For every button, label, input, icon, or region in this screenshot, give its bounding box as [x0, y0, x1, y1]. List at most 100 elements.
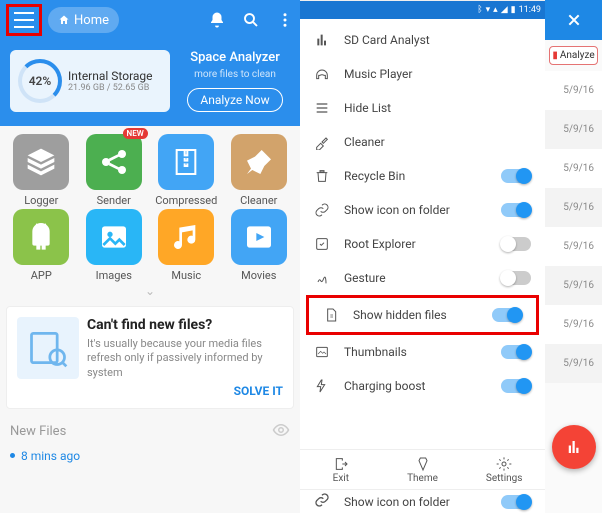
usage-ring: 42%	[18, 59, 62, 103]
bluetooth-icon: ᛒ	[477, 5, 482, 15]
link-icon	[314, 492, 330, 511]
grid-label: Movies	[241, 269, 276, 282]
toggle[interactable]	[501, 169, 531, 183]
settings-row-recycle-bin[interactable]: Recycle Bin	[300, 159, 545, 193]
toggle[interactable]	[501, 237, 531, 251]
grid-item-images[interactable]: Images	[79, 209, 150, 282]
home-breadcrumb[interactable]: Home	[48, 7, 119, 33]
chevron-down-icon[interactable]: ⌄	[0, 282, 300, 300]
analyzer-title: Space Analyzer	[190, 50, 280, 65]
category-grid: Logger NEW Sender Compressed Cleaner APP Image…	[0, 126, 300, 282]
headphone-icon	[314, 66, 330, 82]
promo-title: Can't find new files?	[87, 317, 283, 333]
home-label: Home	[74, 13, 109, 28]
solve-it-button[interactable]: SOLVE IT	[87, 384, 283, 398]
settings-row-peek[interactable]: Show icon on folder	[300, 489, 545, 513]
share-icon: NEW	[86, 134, 142, 190]
storage-title: Internal Storage	[68, 69, 153, 83]
search-icon[interactable]	[242, 11, 260, 29]
top-bar: Home	[0, 0, 300, 40]
analyze-now-button[interactable]: Analyze Now	[187, 88, 282, 112]
toggle[interactable]	[501, 203, 531, 217]
bottom-exit-button[interactable]: Exit	[300, 450, 382, 489]
storage-usage: 21.96 GB / 52.65 GB	[68, 83, 153, 93]
grid-item-app[interactable]: APP	[6, 209, 77, 282]
analyzer-subtitle: more files to clean	[194, 69, 276, 80]
overflow-icon[interactable]	[276, 11, 294, 29]
close-button[interactable]	[545, 0, 602, 40]
grid-label: Compressed	[155, 194, 217, 207]
settings-row-sd-card-analyst[interactable]: SD Card Analyst	[300, 23, 545, 57]
settings-row-music-player[interactable]: Music Player	[300, 57, 545, 91]
list-date[interactable]: 5/9/16	[545, 188, 602, 227]
settings-row-show-hidden-files[interactable]: Show hidden files	[306, 295, 539, 335]
bars-icon: ▮	[552, 50, 558, 61]
promo-card[interactable]: Can't find new files? It's usually becau…	[6, 306, 294, 409]
bottom-theme-button[interactable]: Theme	[382, 450, 464, 489]
image-icon	[86, 209, 142, 265]
music-icon	[158, 209, 214, 265]
list-date[interactable]: 5/9/16	[545, 227, 602, 266]
toggle[interactable]	[501, 271, 531, 285]
internal-storage-card[interactable]: 42% Internal Storage 21.96 GB / 52.65 GB	[10, 50, 170, 112]
hamburger-highlight	[6, 4, 42, 36]
wifi-icon: ◢	[501, 5, 508, 15]
grid-item-music[interactable]: Music	[151, 209, 222, 282]
grid-label: Images	[96, 269, 132, 282]
grid-item-cleaner[interactable]: Cleaner	[224, 134, 295, 207]
analyze-chip[interactable]: ▮ Analyze	[549, 46, 598, 65]
promo-icon	[17, 317, 79, 379]
file-icon	[323, 307, 339, 323]
bottom-settings-button[interactable]: Settings	[463, 450, 545, 489]
eye-icon[interactable]	[272, 421, 290, 443]
notification-icon[interactable]	[208, 11, 226, 29]
trash-icon	[314, 168, 330, 184]
list-date[interactable]: 5/9/16	[545, 71, 602, 110]
toggle[interactable]	[501, 495, 531, 509]
zip-icon	[158, 134, 214, 190]
promo-body: It's usually because your media files re…	[87, 337, 283, 380]
toggle[interactable]	[501, 379, 531, 393]
root-icon	[314, 236, 330, 252]
grid-label: Logger	[24, 194, 58, 207]
bullet-icon	[10, 453, 15, 458]
list-date[interactable]: 5/9/16	[545, 110, 602, 149]
grid-label: APP	[31, 269, 52, 282]
settings-row-hide-list[interactable]: Hide List	[300, 91, 545, 125]
settings-row-cleaner[interactable]: Cleaner	[300, 125, 545, 159]
grid-item-movies[interactable]: Movies	[224, 209, 295, 282]
bars-icon	[314, 32, 330, 48]
toggle[interactable]	[501, 345, 531, 359]
bottom-bar: ExitThemeSettings	[300, 449, 545, 489]
settings-row-thumbnails[interactable]: Thumbnails	[300, 335, 545, 369]
storage-section: 42% Internal Storage 21.96 GB / 52.65 GB…	[0, 40, 300, 126]
gesture-icon	[314, 270, 330, 286]
grid-label: Cleaner	[240, 194, 277, 207]
status-time: 11:49	[519, 5, 541, 15]
fab-analyze-button[interactable]	[552, 425, 596, 469]
grid-label: Music	[171, 269, 201, 282]
android-icon	[13, 209, 69, 265]
list-icon	[314, 100, 330, 116]
settings-row-root-explorer[interactable]: Root Explorer	[300, 227, 545, 261]
brush-icon	[314, 134, 330, 150]
hamburger-icon[interactable]	[14, 12, 34, 28]
grid-item-logger[interactable]: Logger	[6, 134, 77, 207]
grid-item-compressed[interactable]: Compressed	[151, 134, 222, 207]
settings-row-show-icon-on-folder[interactable]: Show icon on folder	[300, 193, 545, 227]
list-date[interactable]: 5/9/16	[545, 266, 602, 305]
bolt-icon	[314, 378, 330, 394]
toggle[interactable]	[492, 308, 522, 322]
list-date[interactable]: 5/9/16	[545, 305, 602, 344]
new-files-heading: New Files	[10, 424, 66, 439]
grid-item-sender[interactable]: NEW Sender	[79, 134, 150, 207]
new-file-item[interactable]: 8 mins ago	[0, 449, 300, 469]
link-icon	[314, 202, 330, 218]
settings-list: SD Card AnalystMusic PlayerHide ListClea…	[300, 19, 545, 407]
list-date[interactable]: 5/9/16	[545, 344, 602, 383]
date-list: 5/9/165/9/165/9/165/9/165/9/165/9/165/9/…	[545, 71, 602, 383]
settings-row-gesture[interactable]: Gesture	[300, 261, 545, 295]
settings-row-charging-boost[interactable]: Charging boost	[300, 369, 545, 403]
list-date[interactable]: 5/9/16	[545, 149, 602, 188]
grid-label: Sender	[97, 194, 131, 207]
